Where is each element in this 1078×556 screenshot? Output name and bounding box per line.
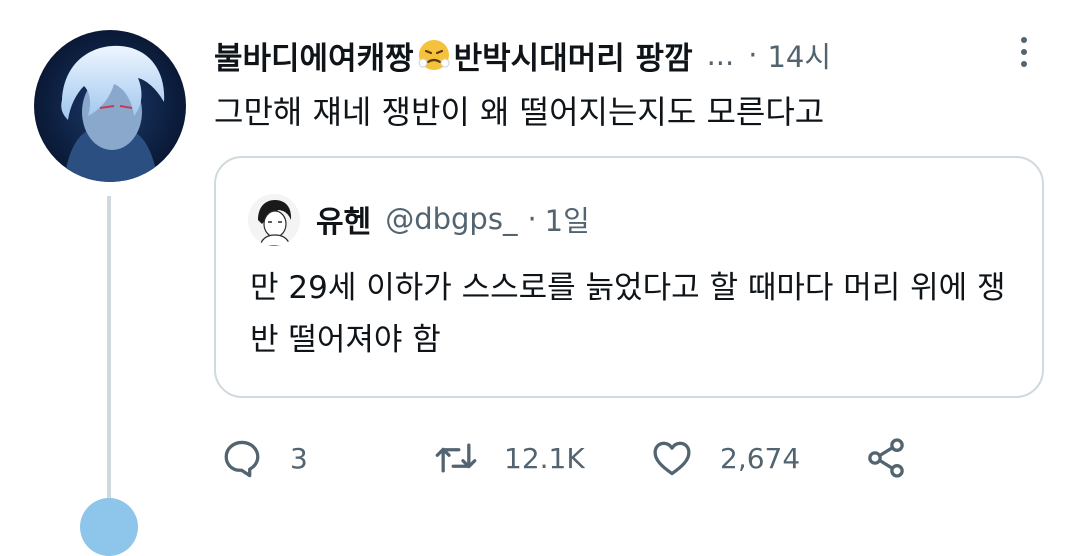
quote-tweet-card[interactable]: 유헨 @dbgps_ · 1일 만 29세 이하가 스스로를 늙었다고 할 때마…: [214, 156, 1044, 398]
more-vertical-icon[interactable]: [1014, 34, 1034, 70]
reply-button[interactable]: 3: [220, 432, 308, 484]
retweet-icon: [435, 443, 477, 473]
like-button[interactable]: 2,674: [650, 432, 800, 484]
quote-header: 유헨 @dbgps_ · 1일: [316, 196, 590, 242]
tweet-header: 불바디에여캐짱 반박시대머리 팡깜 ... · 14시: [214, 30, 831, 80]
tweet-text: 그만해 쟤네 쟁반이 왜 떨어지는지도 모른다고: [214, 93, 825, 131]
quote-author-handle[interactable]: @dbgps_: [385, 202, 517, 236]
tweet-timestamp[interactable]: 14시: [767, 34, 831, 76]
next-reply-avatar[interactable]: [80, 498, 138, 556]
author-avatar[interactable]: [34, 30, 186, 182]
quote-separator: ·: [527, 202, 537, 236]
quote-author-avatar[interactable]: [248, 194, 300, 246]
retweet-button[interactable]: 12.1K: [434, 432, 585, 484]
share-button[interactable]: [864, 432, 908, 484]
share-icon: [868, 438, 904, 478]
reply-count: 3: [290, 441, 308, 475]
quote-timestamp[interactable]: 1일: [545, 198, 590, 240]
name-truncation: ...: [706, 38, 735, 72]
header-separator: ·: [748, 38, 758, 72]
reply-icon: [224, 440, 260, 478]
like-count: 2,674: [720, 441, 801, 475]
quote-author-display-name[interactable]: 유헨: [316, 197, 371, 241]
author-display-name[interactable]: 불바디에여캐짱: [214, 33, 414, 78]
quote-text: 만 29세 이하가 스스로를 늙었다고 할 때마다 머리 위에 쟁반 떨어져야 …: [250, 270, 1006, 358]
author-display-name-suffix[interactable]: 반박시대머리 팡깜: [454, 33, 693, 78]
action-bar: 3 12.1K 2,674: [214, 432, 934, 484]
heart-icon: [653, 441, 691, 476]
thread-line: [107, 196, 111, 511]
face-with-steam-emoji-icon: [417, 38, 451, 72]
retweet-count: 12.1K: [504, 441, 585, 475]
